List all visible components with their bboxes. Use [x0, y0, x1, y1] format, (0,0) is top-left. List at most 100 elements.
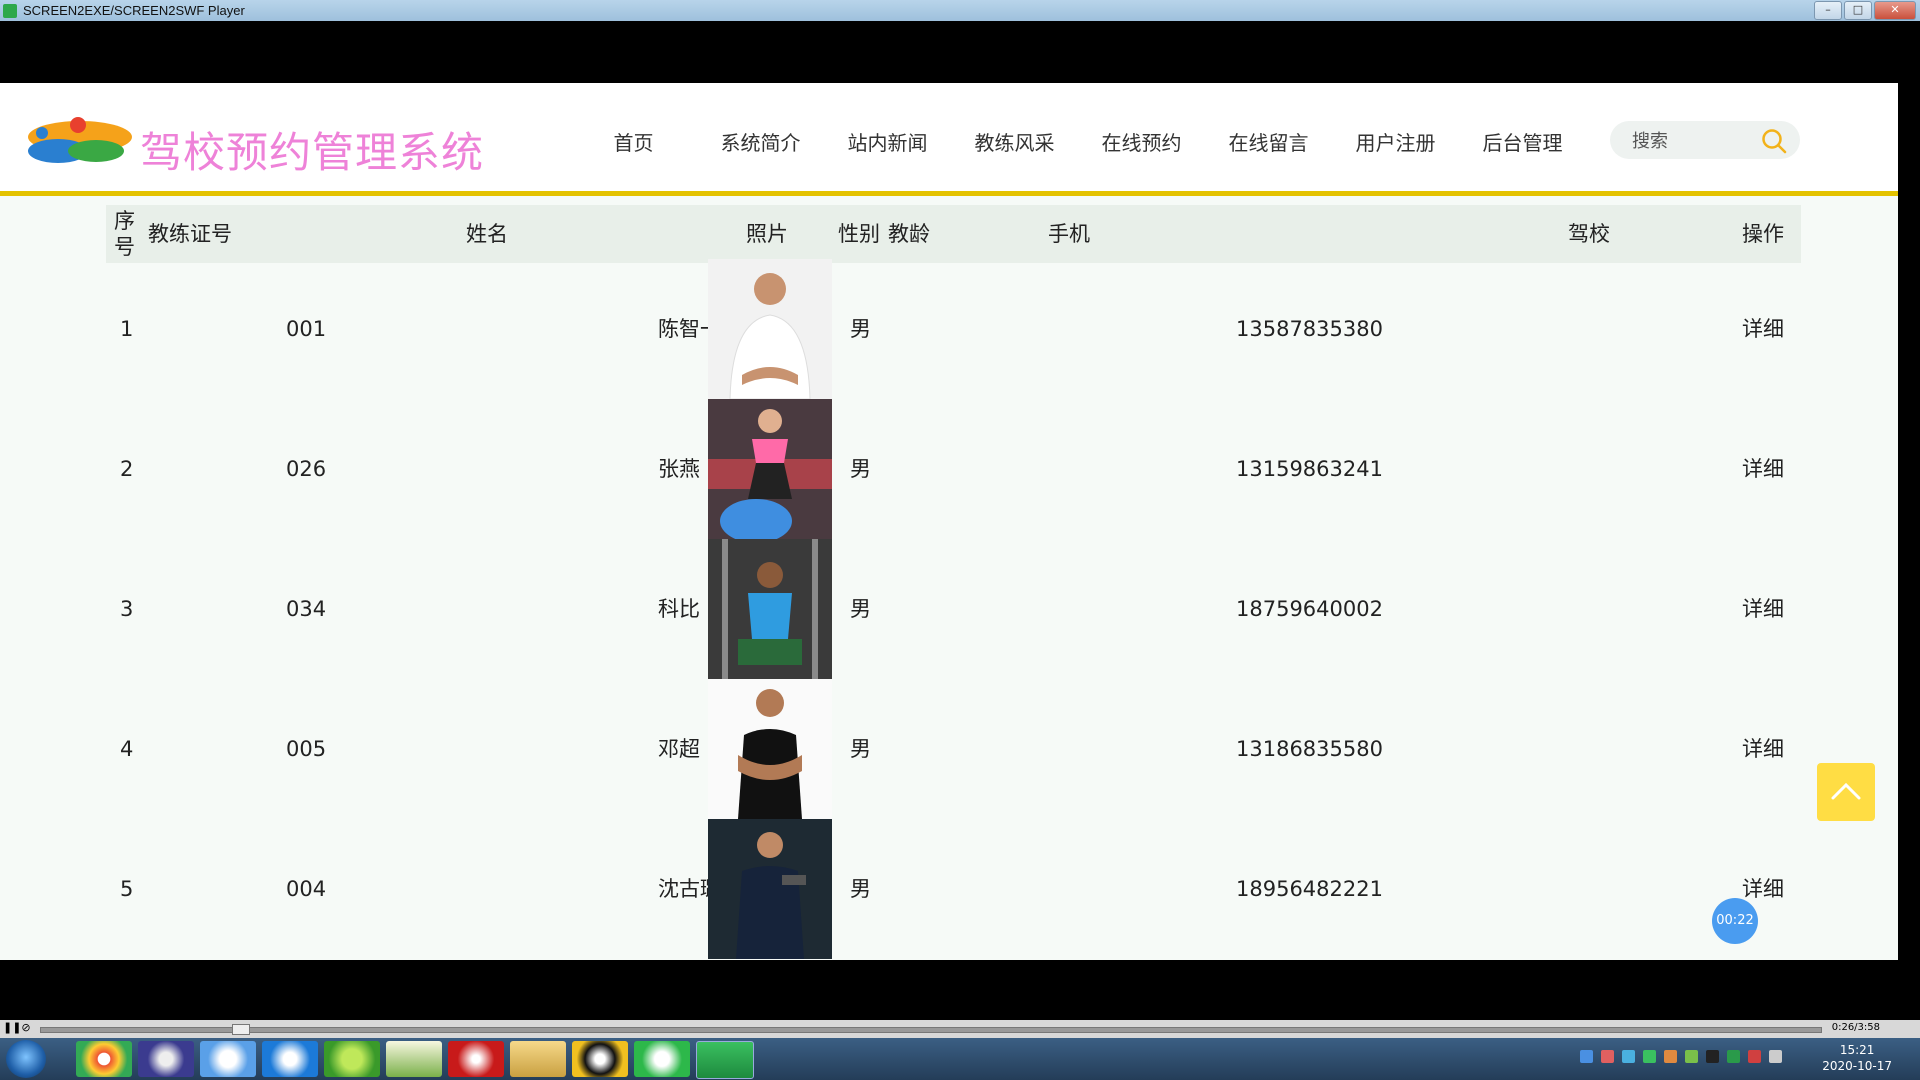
detail-link[interactable]: 详细: [1742, 737, 1784, 761]
row-gender: 男: [850, 597, 871, 621]
nav-online-message[interactable]: 在线留言: [1205, 127, 1332, 156]
close-button[interactable]: ✕: [1874, 1, 1916, 20]
site-logo[interactable]: [18, 111, 138, 173]
folder-icon[interactable]: [510, 1041, 566, 1077]
playback-time: 0:26/3:58: [1831, 1022, 1880, 1033]
tray-display-icon[interactable]: [1769, 1050, 1782, 1063]
table-row: 2 026 张燕 男 13159863241 详细: [106, 399, 1801, 539]
minimize-button[interactable]: –: [1814, 1, 1842, 20]
taskbar: 15:21 2020-10-17: [0, 1038, 1920, 1080]
eclipse-icon[interactable]: [138, 1041, 194, 1077]
search-icon[interactable]: [1760, 127, 1788, 155]
tray-network-icon[interactable]: [1580, 1050, 1593, 1063]
system-tray: [1580, 1050, 1782, 1063]
window-title: SCREEN2EXE/SCREEN2SWF Player: [23, 3, 245, 18]
player-app-icon: [3, 3, 17, 18]
row-seq: 5: [120, 877, 134, 901]
green-app-icon[interactable]: [324, 1041, 380, 1077]
header-photo: 照片: [746, 222, 788, 246]
clock-time: 15:21: [1839, 1043, 1875, 1057]
header-gender: 性别: [838, 222, 880, 246]
coach-photo: [708, 259, 832, 399]
tray-chart-icon[interactable]: [1685, 1050, 1698, 1063]
table-row: 1 001 陈智一 男 13587835380 详细: [106, 259, 1801, 399]
row-phone: 13186835580: [1236, 737, 1383, 761]
seek-handle[interactable]: [232, 1024, 250, 1035]
row-gender: 男: [850, 457, 871, 481]
row-phone: 18956482221: [1236, 877, 1383, 901]
pause-icon[interactable]: ❚❚: [3, 1022, 21, 1034]
detail-link[interactable]: 详细: [1742, 597, 1784, 621]
chevron-up-icon: [1831, 782, 1861, 800]
row-gender: 男: [850, 877, 871, 901]
seek-bar[interactable]: [40, 1027, 1822, 1033]
nav-admin[interactable]: 后台管理: [1459, 127, 1586, 156]
site-header: 驾校预约管理系统 首页 系统简介 站内新闻 教练风采 在线预约 在线留言 用户注…: [0, 83, 1898, 196]
table-row: 4 005 邓超 男 13186835580 详细: [106, 679, 1801, 819]
taskbar-clock[interactable]: 15:21 2020-10-17: [1822, 1042, 1892, 1074]
browser-icon[interactable]: [262, 1041, 318, 1077]
row-gender: 男: [850, 317, 871, 341]
header-experience: 教龄: [888, 222, 930, 246]
clock-date: 2020-10-17: [1822, 1059, 1892, 1073]
detail-link[interactable]: 详细: [1742, 877, 1784, 901]
tray-app-icon[interactable]: [1601, 1050, 1614, 1063]
row-seq: 3: [120, 597, 134, 621]
main-nav: 首页 系统简介 站内新闻 教练风采 在线预约 在线留言 用户注册 后台管理: [570, 127, 1586, 156]
row-coach-id: 005: [286, 737, 327, 761]
wechat-icon[interactable]: [634, 1041, 690, 1077]
table-row: 5 004 沈古璐 男 18956482221 详细: [106, 819, 1801, 959]
nav-home[interactable]: 首页: [570, 127, 697, 156]
baidu-netdisk-icon[interactable]: [200, 1041, 256, 1077]
row-seq: 1: [120, 317, 134, 341]
coach-photo: [708, 399, 832, 539]
nav-online-booking[interactable]: 在线预约: [1078, 127, 1205, 156]
nav-coach-showcase[interactable]: 教练风采: [951, 127, 1078, 156]
notepad-icon[interactable]: [386, 1041, 442, 1077]
tray-qq-icon[interactable]: [1706, 1050, 1719, 1063]
qq-icon[interactable]: [572, 1041, 628, 1077]
nav-system-intro[interactable]: 系统简介: [697, 127, 824, 156]
table-header: 序号 教练证号 姓名 照片 性别 教龄 手机 驾校 操作: [106, 205, 1801, 263]
detail-link[interactable]: 详细: [1742, 457, 1784, 481]
header-coach-id: 教练证号: [148, 222, 232, 246]
search-input[interactable]: [1630, 129, 1744, 153]
web-page: 驾校预约管理系统 首页 系统简介 站内新闻 教练风采 在线预约 在线留言 用户注…: [0, 83, 1898, 960]
maximize-button[interactable]: □: [1844, 1, 1872, 20]
table-row: 3 034 科比 男 18759640002 详细: [106, 539, 1801, 679]
back-to-top-button[interactable]: [1817, 763, 1875, 821]
tray-wechat-icon[interactable]: [1643, 1050, 1656, 1063]
stop-icon[interactable]: ⊘: [20, 1022, 32, 1034]
player-taskbar-icon[interactable]: [696, 1041, 754, 1079]
coach-photo: [708, 539, 832, 679]
shield-icon[interactable]: [1622, 1050, 1635, 1063]
chrome-icon[interactable]: [76, 1041, 132, 1077]
volume-icon[interactable]: [1748, 1050, 1761, 1063]
row-coach-id: 026: [286, 457, 327, 481]
tray-battery-icon[interactable]: [1727, 1050, 1740, 1063]
row-coach-id: 004: [286, 877, 327, 901]
header-name: 姓名: [466, 222, 508, 246]
start-button[interactable]: [6, 1040, 46, 1078]
header-action: 操作: [1742, 222, 1784, 246]
row-phone: 13587835380: [1236, 317, 1383, 341]
header-seq: 序号: [114, 209, 135, 259]
row-coach-id: 034: [286, 597, 327, 621]
header-school: 驾校: [1568, 222, 1610, 246]
nav-user-register[interactable]: 用户注册: [1332, 127, 1459, 156]
row-seq: 4: [120, 737, 134, 761]
detail-link[interactable]: 详细: [1742, 317, 1784, 341]
tray-arrow-icon[interactable]: [1664, 1050, 1677, 1063]
timer-badge: 00:22: [1712, 898, 1758, 944]
header-phone: 手机: [1048, 222, 1090, 246]
coach-photo: [708, 819, 832, 959]
nav-site-news[interactable]: 站内新闻: [824, 127, 951, 156]
search-box: [1610, 121, 1800, 159]
coach-photo: [708, 679, 832, 819]
row-phone: 18759640002: [1236, 597, 1383, 621]
site-title: 驾校预约管理系统: [140, 128, 485, 177]
player-control-bar: ❚❚ ⊘ 0:26/3:58: [0, 1020, 1920, 1038]
row-coach-id: 001: [286, 317, 327, 341]
window-titlebar: SCREEN2EXE/SCREEN2SWF Player – □ ✕: [0, 0, 1920, 21]
flash-icon[interactable]: [448, 1041, 504, 1077]
